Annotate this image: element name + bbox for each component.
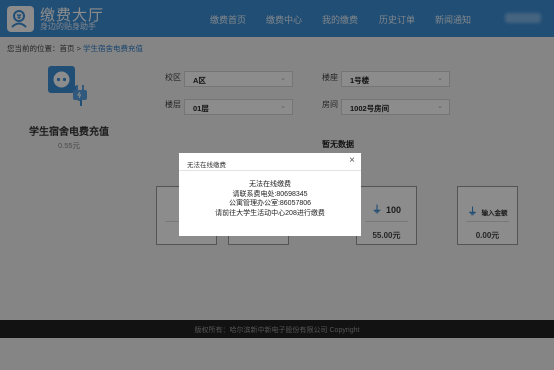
close-icon[interactable]: × [349, 155, 355, 166]
dialog-header: 无法在线缴费 × [179, 153, 361, 171]
dialog-body: 无法在线缴费 请联系费电处:80698345 公寓管理办公室:86057806 … [179, 180, 361, 218]
dialog-title: 无法在线缴费 [187, 162, 226, 169]
dialog-line: 公寓管理办公室:86057806 [228, 200, 312, 207]
dialog-line: 请前往大学生活动中心208进行缴费 [215, 209, 325, 217]
alert-dialog: 无法在线缴费 × 无法在线缴费 请联系费电处:80698345 公寓管理办公室:… [179, 153, 361, 236]
dialog-line: 请联系费电处:80698345 [232, 190, 308, 198]
dialog-line: 无法在线缴费 [249, 181, 291, 188]
